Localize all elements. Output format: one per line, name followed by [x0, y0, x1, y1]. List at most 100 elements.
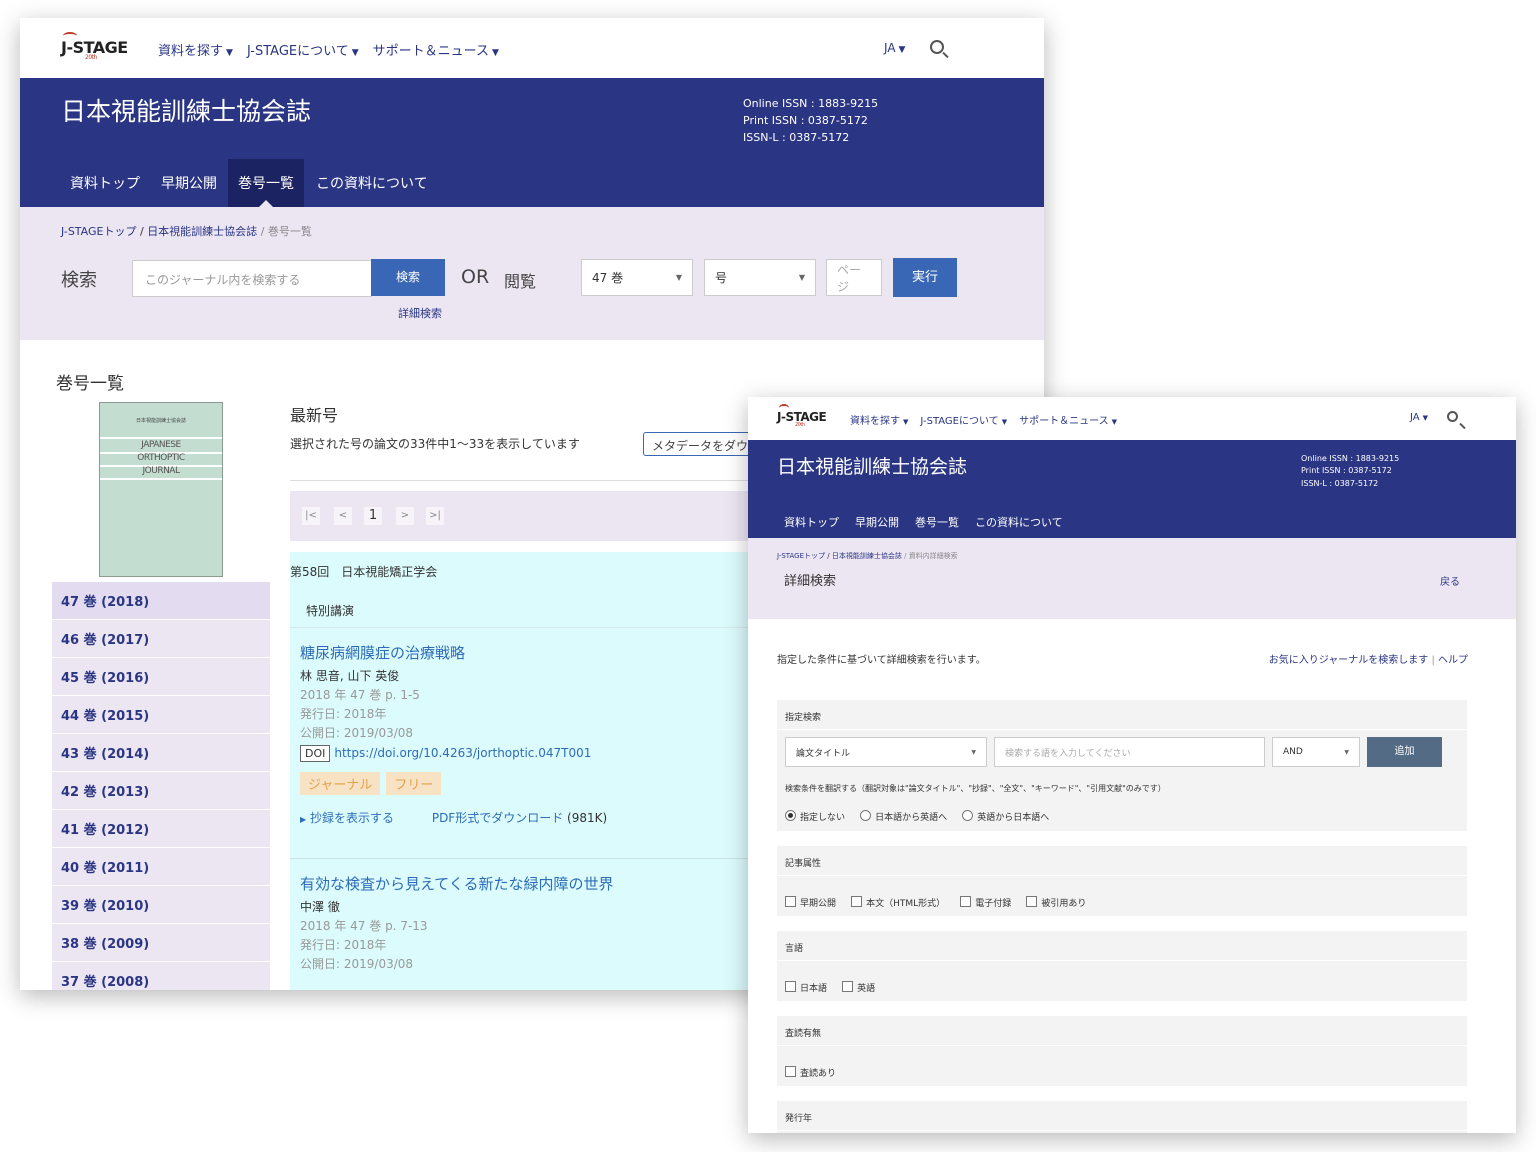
journal-tabs: 資料トップ 早期公開 巻号一覧 この資料について: [60, 159, 438, 207]
pdf-download-link[interactable]: PDF形式でダウンロード: [432, 811, 563, 825]
volume-item[interactable]: 46 巻 (2017): [52, 620, 270, 658]
checkbox[interactable]: [851, 896, 863, 907]
back-link[interactable]: 戻る: [1440, 573, 1460, 588]
checkbox[interactable]: [960, 896, 972, 907]
page-title: 詳細検索: [784, 574, 837, 589]
tab-about-journal[interactable]: この資料について: [306, 159, 438, 207]
term-input[interactable]: 検索する語を入力してください: [994, 737, 1265, 767]
breadcrumb-home[interactable]: J-STAGEトップ: [777, 552, 825, 560]
article-released: 公開日: 2019/03/08: [300, 726, 414, 740]
advanced-search-link[interactable]: 詳細検索: [398, 305, 442, 321]
prev-page-button[interactable]: <: [334, 507, 352, 525]
header-links: お気に入りジャーナルを検索します | ヘルプ: [1268, 655, 1468, 666]
tab-early-release[interactable]: 早期公開: [847, 506, 907, 538]
divider: [290, 858, 770, 859]
section-title: 巻号一覧: [56, 374, 124, 394]
last-page-button[interactable]: >|: [426, 507, 444, 525]
section-label: 特別講演: [290, 592, 770, 628]
volume-item[interactable]: 44 巻 (2015): [52, 696, 270, 734]
volume-item[interactable]: 45 巻 (2016): [52, 658, 270, 696]
jstage-logo[interactable]: J-STAGE 20th: [777, 404, 827, 428]
page-header-area: J-STAGEトップ / 日本視能訓練士協会誌 / 資料内詳細検索 詳細検索 戻…: [748, 538, 1516, 619]
volume-list: 47 巻 (2018) 46 巻 (2017) 45 巻 (2016) 44 巻…: [52, 582, 270, 990]
tab-journal-top[interactable]: 資料トップ: [60, 159, 150, 207]
page-input[interactable]: ページ: [826, 259, 882, 296]
nav-about-jstage[interactable]: J-STAGEについて ▼: [247, 40, 359, 59]
journal-title: 日本視能訓練士協会誌: [777, 456, 968, 478]
first-page-button[interactable]: |<: [302, 507, 320, 525]
next-page-button[interactable]: >: [396, 507, 414, 525]
volume-item[interactable]: 47 巻 (2018): [52, 582, 270, 620]
issue-select[interactable]: 号 ▼: [704, 259, 816, 296]
chevron-down-icon: ▼: [1344, 748, 1349, 756]
breadcrumb-home[interactable]: J-STAGEトップ: [61, 225, 136, 238]
nav-support-news[interactable]: サポート＆ニュース ▼: [373, 40, 499, 59]
issn-info: Online ISSN : 1883-9215 Print ISSN : 038…: [743, 97, 879, 145]
article-title-link[interactable]: 糖尿病網膜症の治療戦略: [300, 642, 760, 663]
article-citation: 2018 年 47 巻 p. 1-5: [300, 688, 420, 702]
favorite-journal-search-link[interactable]: お気に入りジャーナルを検索します: [1269, 655, 1429, 666]
radio-button[interactable]: [860, 810, 872, 821]
page-number[interactable]: 1: [364, 507, 382, 525]
volume-item[interactable]: 37 巻 (2008): [52, 962, 270, 990]
journal-title: 日本視能訓練士協会誌: [61, 97, 312, 126]
checkbox[interactable]: [1026, 896, 1038, 907]
volume-item[interactable]: 39 巻 (2010): [52, 886, 270, 924]
operator-select[interactable]: AND ▼: [1272, 737, 1360, 767]
translate-note: 検索条件を翻訳する（翻訳対象は"論文タイトル"、"抄録"、"全文"、"キーワード…: [785, 784, 1166, 793]
checkbox[interactable]: [785, 981, 796, 992]
top-navigation: J-STAGE 20th 資料を探す ▼ J-STAGEについて ▼ サポート＆ニュー…: [20, 18, 1044, 78]
volume-select[interactable]: 47 巻 ▼: [581, 259, 693, 296]
review-options: 査読あり: [785, 1061, 846, 1080]
nav-support-news[interactable]: サポート＆ニュース ▼: [1019, 412, 1117, 427]
volume-item[interactable]: 43 巻 (2014): [52, 734, 270, 772]
show-abstract-link[interactable]: 抄録を表示する: [310, 811, 394, 825]
search-button[interactable]: 検索: [371, 259, 445, 296]
journal-search-input[interactable]: このジャーナル内を検索する: [132, 260, 372, 297]
checkbox[interactable]: [785, 1066, 796, 1077]
radio-button[interactable]: [785, 810, 796, 821]
tab-volume-list[interactable]: 巻号一覧: [228, 159, 304, 207]
divider: [290, 480, 790, 481]
field-select[interactable]: 論文タイトル ▼: [785, 737, 987, 767]
language-switch[interactable]: JA ▼: [1410, 412, 1428, 423]
doi-label: DOI: [300, 745, 331, 762]
latest-issue-title: 最新号: [290, 406, 339, 425]
tab-about-journal[interactable]: この資料について: [967, 506, 1071, 538]
article-title-link[interactable]: 有効な検査から見えてくる新たな緑内障の世界: [300, 873, 760, 894]
breadcrumb: J-STAGEトップ / 日本視能訓練士協会誌 / 巻号一覧: [61, 225, 312, 238]
breadcrumb-journal[interactable]: 日本視能訓練士協会誌: [832, 552, 902, 560]
breadcrumb-current: 資料内詳細検索: [908, 552, 958, 560]
result-count: 選択された号の論文の33件中1～33を表示しています: [290, 437, 580, 451]
radio-button[interactable]: [962, 810, 974, 821]
tab-volume-list[interactable]: 巻号一覧: [907, 506, 967, 538]
panel-heading: 言語: [777, 931, 1467, 961]
search-icon[interactable]: [1447, 411, 1458, 422]
search-label: 検索: [61, 270, 97, 291]
tab-journal-top[interactable]: 資料トップ: [777, 506, 847, 538]
checkbox[interactable]: [785, 896, 796, 907]
breadcrumb-journal[interactable]: 日本視能訓練士協会誌: [147, 225, 257, 238]
tab-early-release[interactable]: 早期公開: [151, 159, 227, 207]
volume-item[interactable]: 42 巻 (2013): [52, 772, 270, 810]
nav-about-jstage[interactable]: J-STAGEについて ▼: [920, 412, 1007, 427]
nav-find-resources[interactable]: 資料を探す ▼: [850, 412, 908, 427]
panel-heading: 記事属性: [777, 846, 1467, 876]
article-citation: 2018 年 47 巻 p. 7-13: [300, 919, 428, 933]
volume-item[interactable]: 38 巻 (2009): [52, 924, 270, 962]
language-switch[interactable]: JA ▼: [884, 41, 905, 55]
checkbox[interactable]: [842, 981, 854, 992]
help-link[interactable]: ヘルプ: [1438, 655, 1468, 666]
nav-find-resources[interactable]: 資料を探す ▼: [158, 40, 233, 59]
volume-item[interactable]: 41 巻 (2012): [52, 810, 270, 848]
search-icon[interactable]: [930, 40, 944, 54]
jstage-logo[interactable]: J-STAGE 20th: [61, 32, 128, 61]
go-button[interactable]: 実行: [893, 258, 957, 297]
add-condition-button[interactable]: 追加: [1367, 737, 1442, 767]
lead-text: 指定した条件に基づいて詳細検索を行います。: [777, 655, 986, 666]
pdf-size: (981K): [567, 811, 608, 825]
doi-link[interactable]: https://doi.org/10.4263/jorthoptic.047T0…: [334, 746, 591, 760]
article-issued: 発行日: 2018年: [300, 707, 387, 721]
volume-item[interactable]: 40 巻 (2011): [52, 848, 270, 886]
advanced-search-window: J-STAGE 20th 資料を探す ▼ J-STAGEについて ▼ サポート＆ニュー…: [748, 397, 1516, 1133]
